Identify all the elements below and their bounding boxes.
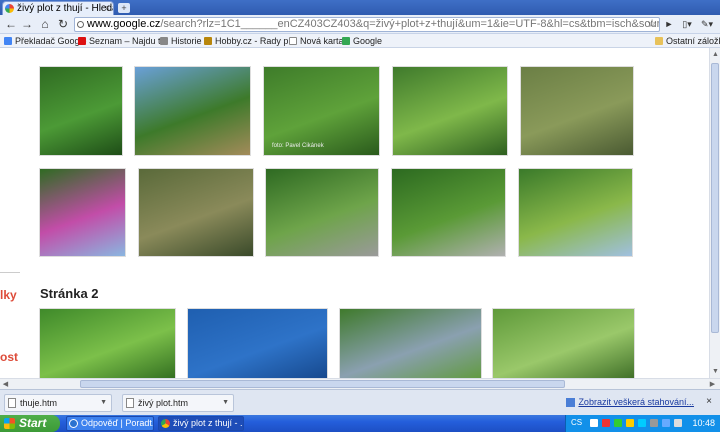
- tray-icon[interactable]: [638, 419, 646, 427]
- history-icon: [160, 37, 168, 45]
- image-result[interactable]: [134, 66, 251, 156]
- download-item[interactable]: thuje.htm ▼: [4, 394, 112, 412]
- reload-button[interactable]: ↻: [56, 17, 70, 31]
- show-all-downloads-link[interactable]: Zobrazit veškerá stahování...: [566, 397, 694, 407]
- image-result[interactable]: [520, 66, 634, 156]
- play-extension-icon[interactable]: ►: [662, 17, 676, 31]
- image-result[interactable]: [187, 308, 328, 378]
- image-result[interactable]: [39, 66, 123, 156]
- image-result[interactable]: [265, 168, 379, 257]
- google-icon: [342, 37, 350, 45]
- download-item[interactable]: živý plot.htm ▼: [122, 394, 234, 412]
- close-download-shelf-icon[interactable]: ×: [706, 396, 712, 407]
- wrench-menu-button[interactable]: ✎▾: [698, 17, 716, 31]
- forward-button[interactable]: →: [20, 17, 34, 31]
- tray-icon[interactable]: [614, 419, 622, 427]
- page-info-icon: [77, 21, 84, 28]
- chrome-icon: [161, 419, 170, 428]
- scroll-up-icon[interactable]: ▲: [711, 50, 720, 59]
- tray-icon[interactable]: [626, 419, 634, 427]
- url-domain: www.google.cz: [87, 18, 161, 30]
- tab-strip: živý plot z thují - Hleda... × +: [0, 0, 720, 15]
- network-icon[interactable]: [662, 419, 670, 427]
- language-indicator[interactable]: CS: [571, 418, 582, 427]
- windows-logo-icon: [4, 418, 15, 429]
- chevron-down-icon[interactable]: ▼: [222, 395, 229, 411]
- tray-icon[interactable]: [602, 419, 610, 427]
- image-result[interactable]: [392, 66, 508, 156]
- image-result[interactable]: [339, 308, 482, 378]
- sidebar-link-fragment[interactable]: ost: [0, 350, 18, 364]
- vertical-scrollbar[interactable]: ▲ ▼: [709, 48, 720, 378]
- tab-close-icon[interactable]: ×: [105, 2, 110, 15]
- windows-taskbar: Start Odpověď | Poradt... živý plot z th…: [0, 415, 720, 432]
- sidebar-link-fragment[interactable]: lky: [0, 288, 17, 302]
- image-result[interactable]: [39, 168, 126, 257]
- tray-icon[interactable]: [650, 419, 658, 427]
- horizontal-scroll-thumb[interactable]: [80, 380, 565, 388]
- bookmark-seznam[interactable]: Seznam – Najdu t...: [78, 35, 168, 47]
- browser-toolbar: ← → ⌂ ↻ www.google.cz/search?rlz=1C1____…: [0, 15, 720, 34]
- volume-icon[interactable]: [674, 419, 682, 427]
- image-result[interactable]: [518, 168, 633, 257]
- bookmark-history[interactable]: Historie: [160, 35, 202, 47]
- tab-title: živý plot z thují - Hleda...: [17, 3, 113, 14]
- tray-icon[interactable]: [590, 419, 598, 427]
- other-bookmarks-folder[interactable]: Ostatní záložky: [655, 35, 720, 47]
- scroll-left-icon[interactable]: ◀: [1, 380, 10, 389]
- start-button[interactable]: Start: [0, 415, 60, 432]
- bookmarks-bar: Překladač Google Seznam – Najdu t... His…: [0, 34, 720, 48]
- bookmark-star-icon[interactable]: ☆: [647, 18, 657, 31]
- image-results-page: foto: Pavel Cikánek lky ost Stránka 2: [0, 48, 709, 378]
- system-tray: CS 10:48: [565, 415, 720, 432]
- translate-icon: [4, 37, 12, 45]
- google-favicon-icon: [5, 4, 14, 13]
- scroll-right-icon[interactable]: ▶: [708, 380, 717, 389]
- bookmark-new-tab[interactable]: Nová karta: [289, 35, 344, 47]
- bookmark-google[interactable]: Google: [342, 35, 382, 47]
- downloads-icon: [566, 398, 576, 407]
- image-result[interactable]: [39, 308, 176, 378]
- image-result[interactable]: [391, 168, 506, 257]
- page-icon: [289, 37, 297, 45]
- download-shelf: thuje.htm ▼ živý plot.htm ▼ Zobrazit veš…: [0, 389, 720, 415]
- vertical-scroll-thumb[interactable]: [711, 63, 719, 333]
- new-tab-button[interactable]: +: [118, 3, 130, 13]
- browser-icon: [69, 419, 78, 428]
- sidebar-divider: [0, 272, 20, 273]
- file-icon: [126, 398, 134, 408]
- tab-google-images[interactable]: živý plot z thují - Hleda... ×: [2, 1, 114, 15]
- seznam-icon: [78, 37, 86, 45]
- taskbar-item-poradna[interactable]: Odpověď | Poradt...: [66, 416, 154, 431]
- image-result[interactable]: [492, 308, 635, 378]
- bookmark-hobby[interactable]: Hobby.cz - Rady p...: [204, 35, 296, 47]
- image-result[interactable]: foto: Pavel Cikánek: [263, 66, 380, 156]
- hobby-icon: [204, 37, 212, 45]
- bookmark-translate[interactable]: Překladač Google: [4, 35, 87, 47]
- clock[interactable]: 10:48: [692, 418, 715, 428]
- back-button[interactable]: ←: [4, 17, 18, 31]
- chevron-down-icon[interactable]: ▼: [100, 395, 107, 411]
- image-result[interactable]: [138, 168, 254, 257]
- file-icon: [8, 398, 16, 408]
- folder-icon: [655, 37, 663, 45]
- url-path: /search?rlz=1C1______enCZ403CZ403&q=živý…: [160, 18, 660, 30]
- scroll-down-icon[interactable]: ▼: [711, 367, 720, 376]
- address-bar[interactable]: www.google.cz/search?rlz=1C1______enCZ40…: [74, 17, 660, 32]
- home-button[interactable]: ⌂: [38, 17, 52, 31]
- page-section-title: Stránka 2: [40, 286, 99, 301]
- page-menu-button[interactable]: ▯▾: [678, 17, 696, 31]
- photo-caption: foto: Pavel Cikánek: [272, 143, 324, 149]
- horizontal-scrollbar[interactable]: ◀ ▶: [0, 378, 720, 389]
- taskbar-item-chrome[interactable]: živý plot z thují - ...: [158, 416, 244, 431]
